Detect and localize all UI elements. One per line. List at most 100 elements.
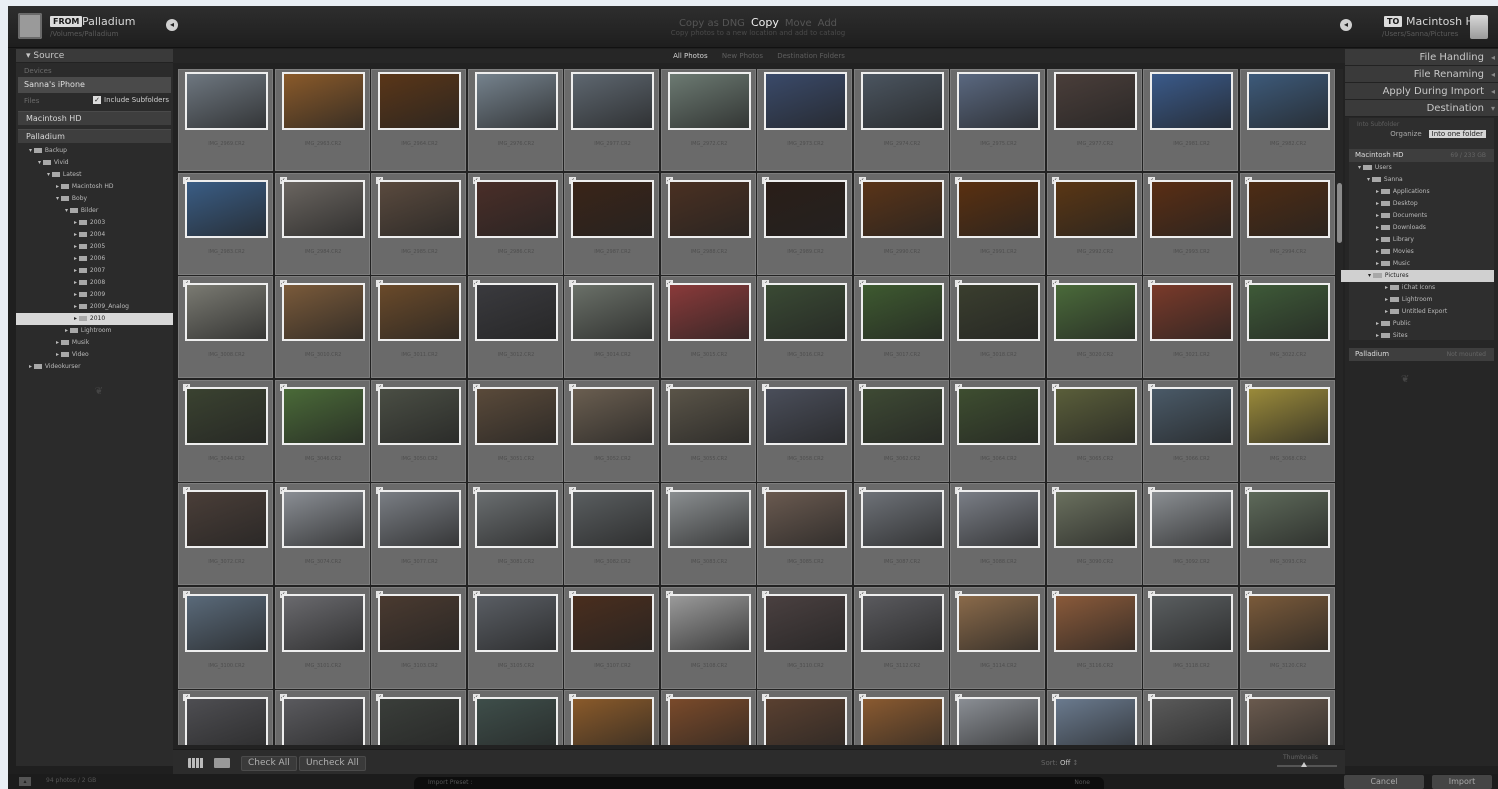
photo-thumbnail[interactable] — [667, 72, 751, 130]
photo-cell[interactable]: IMG_2964.CR2 — [371, 69, 466, 171]
photo-thumbnail[interactable] — [571, 593, 654, 652]
photo-thumbnail[interactable] — [667, 490, 751, 548]
photo-thumbnail[interactable] — [667, 697, 751, 745]
source-tree-item-17[interactable]: ▸ Video — [16, 349, 173, 361]
uncheck-all-button[interactable]: Uncheck All — [299, 756, 366, 771]
photo-cell[interactable]: ✓IMG_3087.CR2 — [853, 483, 949, 585]
photo-cell[interactable]: ✓IMG_3081.CR2 — [467, 483, 563, 585]
photo-cell[interactable]: ✓IMG_3020.CR2 — [1046, 276, 1142, 378]
grid-scrollbar[interactable] — [1336, 69, 1343, 745]
collapse-icon[interactable]: ▴ — [19, 777, 31, 786]
destination-menu-icon[interactable]: ◂ — [1340, 19, 1352, 31]
photo-thumbnail[interactable] — [957, 386, 1040, 445]
apply-during-import-header[interactable]: Apply During Import ◂ — [1345, 83, 1498, 100]
cancel-button[interactable]: Cancel — [1344, 775, 1424, 789]
photo-thumbnail[interactable] — [860, 179, 944, 238]
source-tree-item-7[interactable]: ▸ 2004 — [16, 229, 173, 241]
mode-copy-as-dng[interactable]: Copy as DNG — [679, 18, 745, 29]
thumbnail-size-slider[interactable] — [1277, 765, 1337, 767]
photo-thumbnail[interactable] — [1053, 697, 1137, 745]
photo-cell[interactable]: ✓IMG_3046.CR2 — [274, 379, 370, 482]
photo-cell[interactable]: ✓IMG_3093.CR2 — [1239, 483, 1335, 585]
dest-tree-item-1[interactable]: ▾ Sanna — [1349, 174, 1494, 186]
dest-tree-item-12[interactable]: ▸ Untitled Export — [1349, 306, 1494, 318]
organize-select[interactable]: Into one folder — [1428, 130, 1486, 138]
photo-cell[interactable]: ✓IMG_3018.CR2 — [950, 276, 1045, 378]
photo-cell[interactable]: ✓IMG_3136.CR2 — [853, 690, 949, 745]
photo-cell[interactable]: IMG_2972.CR2 — [660, 69, 756, 171]
photo-cell[interactable]: ✓IMG_2990.CR2 — [853, 172, 949, 275]
grid-scrollbar-thumb[interactable] — [1337, 183, 1342, 243]
photo-thumbnail[interactable] — [474, 386, 558, 445]
photo-thumbnail[interactable] — [378, 72, 461, 130]
source-tree-item-15[interactable]: ▸ Lightroom — [16, 325, 173, 337]
source-tree-item-6[interactable]: ▸ 2003 — [16, 217, 173, 229]
photo-cell[interactable]: ✓IMG_2986.CR2 — [467, 172, 563, 275]
grid-view-icon[interactable] — [188, 758, 204, 768]
device-iphone[interactable]: Sanna's iPhone — [18, 77, 171, 93]
mode-add[interactable]: Add — [818, 18, 837, 29]
source-tree-item-16[interactable]: ▸ Musik — [16, 337, 173, 349]
photo-thumbnail[interactable] — [571, 283, 654, 341]
photo-thumbnail[interactable] — [1053, 72, 1137, 130]
photo-thumbnail[interactable] — [764, 593, 847, 652]
photo-cell[interactable]: ✓IMG_3085.CR2 — [757, 483, 852, 585]
photo-cell[interactable]: ✓IMG_3058.CR2 — [757, 379, 852, 482]
photo-thumbnail[interactable] — [281, 593, 365, 652]
photo-thumbnail[interactable] — [860, 72, 944, 130]
photo-cell[interactable]: ✓IMG_3132.CR2 — [660, 690, 756, 745]
photo-cell[interactable]: IMG_2982.CR2 — [1239, 69, 1335, 171]
source-tree-item-0[interactable]: ▾ Backup — [16, 145, 173, 157]
include-subfolders-checkbox[interactable]: ✓ Include Subfolders — [93, 96, 169, 104]
photo-thumbnail[interactable] — [1150, 593, 1233, 652]
photo-thumbnail[interactable] — [185, 179, 268, 238]
photo-thumbnail[interactable] — [378, 179, 461, 238]
photo-cell[interactable]: ✓IMG_3052.CR2 — [564, 379, 659, 482]
dest-tree-item-3[interactable]: ▸ Desktop — [1349, 198, 1494, 210]
source-tree-item-1[interactable]: ▾ Vivid — [16, 157, 173, 169]
import-preset-bar[interactable]: Import Preset : None — [414, 777, 1104, 789]
photo-thumbnail[interactable] — [667, 593, 751, 652]
mode-copy[interactable]: Copy — [751, 16, 779, 29]
photo-thumbnail[interactable] — [474, 697, 558, 745]
photo-thumbnail[interactable] — [1246, 72, 1330, 130]
photo-thumbnail[interactable] — [860, 490, 944, 548]
photo-thumbnail[interactable] — [1150, 72, 1233, 130]
photo-thumbnail[interactable] — [860, 697, 944, 745]
dest-tree-item-10[interactable]: ▸ iChat Icons — [1349, 282, 1494, 294]
photo-cell[interactable]: ✓IMG_3012.CR2 — [467, 276, 563, 378]
photo-thumbnail[interactable] — [185, 283, 268, 341]
photo-cell[interactable]: IMG_2981.CR2 — [1143, 69, 1238, 171]
photo-cell[interactable]: ✓IMG_3140.CR2 — [1046, 690, 1142, 745]
photo-cell[interactable]: IMG_2977.CR2 — [1046, 69, 1142, 171]
photo-cell[interactable]: ✓IMG_2985.CR2 — [371, 172, 466, 275]
photo-cell[interactable]: ✓IMG_3101.CR2 — [274, 586, 370, 689]
dest-tree-item-6[interactable]: ▸ Library — [1349, 234, 1494, 246]
source-tree-item-4[interactable]: ▾ Boby — [16, 193, 173, 205]
photo-cell[interactable]: ✓IMG_2991.CR2 — [950, 172, 1045, 275]
photo-cell[interactable]: ✓IMG_3134.CR2 — [757, 690, 852, 745]
source-tree-item-12[interactable]: ▸ 2009 — [16, 289, 173, 301]
dest-volume-macintosh-hd[interactable]: Macintosh HD 69 / 233 GB — [1349, 149, 1494, 162]
photo-thumbnail[interactable] — [764, 386, 847, 445]
photo-thumbnail[interactable] — [667, 283, 751, 341]
dest-tree-item-8[interactable]: ▸ Music — [1349, 258, 1494, 270]
photo-cell[interactable]: ✓IMG_3110.CR2 — [757, 586, 852, 689]
photo-cell[interactable]: ✓IMG_3144.CR2 — [1239, 690, 1335, 745]
photo-thumbnail[interactable] — [185, 386, 268, 445]
photo-thumbnail[interactable] — [571, 72, 654, 130]
dest-tree-item-11[interactable]: ▸ Lightroom — [1349, 294, 1494, 306]
photo-cell[interactable]: ✓IMG_3014.CR2 — [564, 276, 659, 378]
photo-cell[interactable]: ✓IMG_3092.CR2 — [1143, 483, 1238, 585]
photo-thumbnail[interactable] — [1150, 283, 1233, 341]
photo-thumbnail[interactable] — [378, 490, 461, 548]
source-tree-item-14[interactable]: ▸ 2010 — [16, 313, 179, 325]
photo-thumbnail[interactable] — [281, 490, 365, 548]
photo-thumbnail[interactable] — [957, 490, 1040, 548]
photo-thumbnail[interactable] — [764, 72, 847, 130]
destination-header[interactable]: Destination ▾ — [1345, 100, 1498, 117]
photo-thumbnail[interactable] — [1246, 490, 1330, 548]
photo-cell[interactable]: ✓IMG_3015.CR2 — [660, 276, 756, 378]
photo-cell[interactable]: ✓IMG_2993.CR2 — [1143, 172, 1238, 275]
dest-tree-item-13[interactable]: ▸ Public — [1349, 318, 1494, 330]
